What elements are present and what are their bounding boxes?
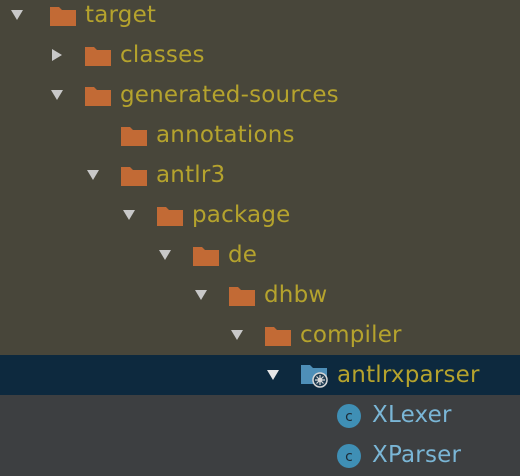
tree-item-compiler[interactable]: compiler xyxy=(0,315,520,355)
tree-item-label: XParser xyxy=(372,442,462,468)
tree-item-label: target xyxy=(85,2,157,28)
folder-icon xyxy=(120,125,148,147)
tree-item-annotations[interactable]: annotations xyxy=(0,115,520,155)
tree-item-xparser[interactable]: c XParser xyxy=(0,435,520,475)
tree-item-label: dhbw xyxy=(264,282,328,308)
folder-icon xyxy=(120,165,148,187)
folder-icon xyxy=(192,245,220,267)
java-class-icon: c xyxy=(336,403,362,429)
tree-item-label: classes xyxy=(120,42,205,68)
expanded-arrow-icon[interactable] xyxy=(158,248,172,262)
expanded-arrow-icon[interactable] xyxy=(122,208,136,222)
tree-item-classes[interactable]: classes xyxy=(0,35,520,75)
source-package-icon xyxy=(300,363,330,389)
tree-item-label: de xyxy=(228,242,258,268)
folder-icon xyxy=(49,5,77,27)
folder-icon xyxy=(84,45,112,67)
tree-item-target[interactable]: target xyxy=(0,0,520,35)
tree-item-label: antlr3 xyxy=(156,162,226,188)
tree-item-antlrxparser[interactable]: antlrxparser xyxy=(0,355,520,395)
tree-item-label: antlrxparser xyxy=(337,362,480,388)
folder-icon xyxy=(228,285,256,307)
svg-text:c: c xyxy=(345,409,353,425)
tree-item-generated-sources[interactable]: generated-sources xyxy=(0,75,520,115)
tree-item-de[interactable]: de xyxy=(0,235,520,275)
expanded-arrow-icon[interactable] xyxy=(266,368,280,382)
expanded-arrow-icon[interactable] xyxy=(230,328,244,342)
tree-item-dhbw[interactable]: dhbw xyxy=(0,275,520,315)
svg-text:c: c xyxy=(345,449,353,465)
folder-icon xyxy=(156,205,184,227)
tree-item-xlexer[interactable]: c XLexer xyxy=(0,395,520,435)
expanded-arrow-icon[interactable] xyxy=(86,168,100,182)
collapsed-arrow-icon[interactable] xyxy=(50,48,64,62)
tree-item-antlr3[interactable]: antlr3 xyxy=(0,155,520,195)
tree-item-package[interactable]: package xyxy=(0,195,520,235)
expanded-arrow-icon[interactable] xyxy=(10,8,24,22)
expanded-arrow-icon[interactable] xyxy=(50,88,64,102)
tree-item-label: annotations xyxy=(156,122,295,148)
java-class-icon: c xyxy=(336,443,362,469)
tree-item-label: XLexer xyxy=(372,402,452,428)
folder-icon xyxy=(264,325,292,347)
tree-item-label: compiler xyxy=(300,322,402,348)
project-tree: target classes generated-sources annotat… xyxy=(0,0,520,476)
folder-icon xyxy=(84,85,112,107)
tree-item-label: package xyxy=(192,202,291,228)
tree-item-label: generated-sources xyxy=(120,82,339,108)
expanded-arrow-icon[interactable] xyxy=(194,288,208,302)
